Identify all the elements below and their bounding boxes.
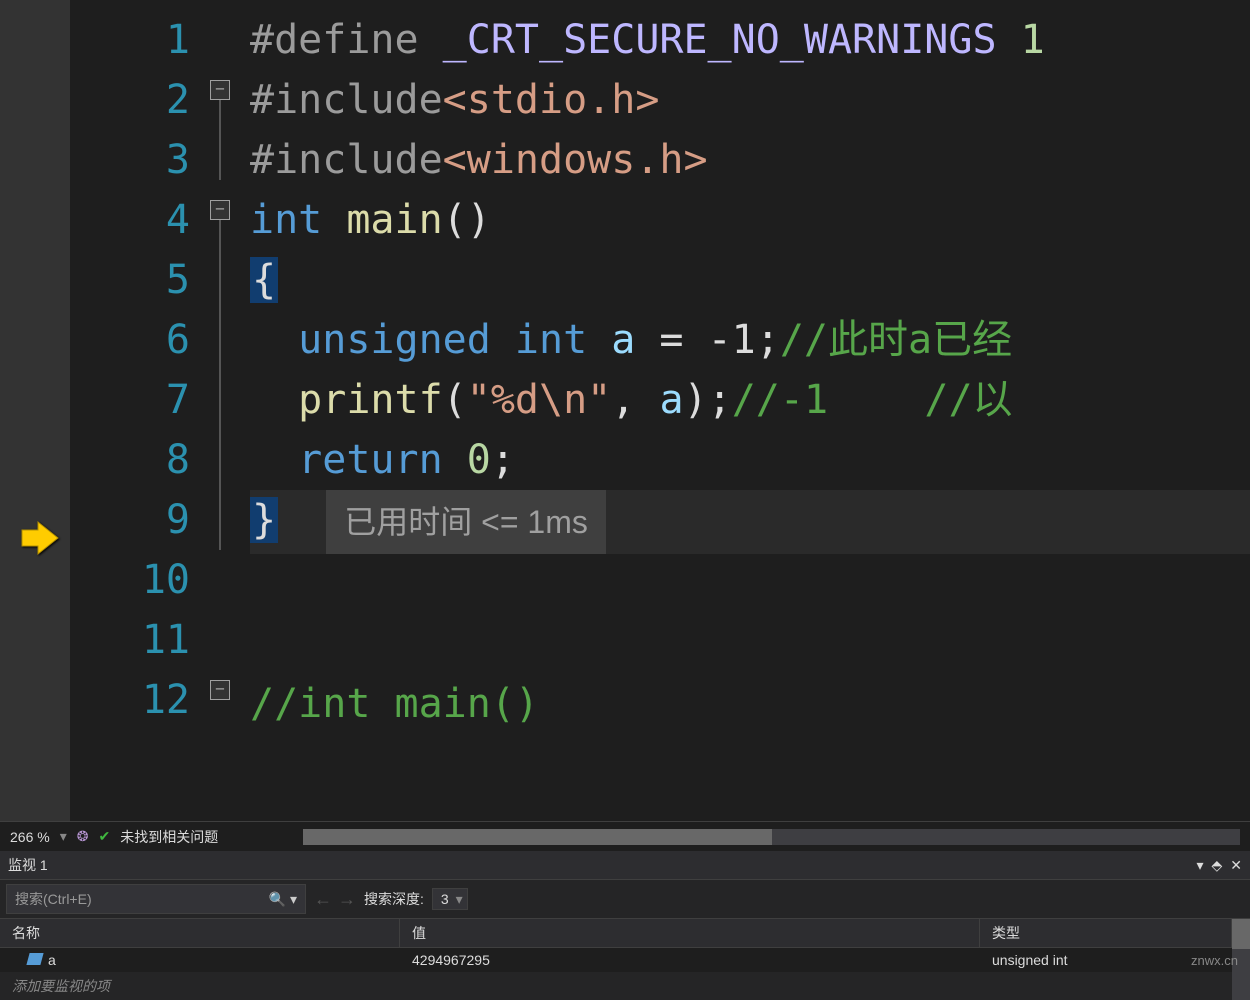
col-header-type[interactable]: 类型 [980, 919, 1232, 947]
scrollbar-thumb[interactable] [303, 829, 771, 845]
depth-label: 搜索深度: [364, 889, 424, 909]
add-watch-item[interactable]: 添加要监视的项 [0, 972, 1232, 1000]
code-content[interactable]: #define _CRT_SECURE_NO_WARNINGS 1#includ… [240, 0, 1250, 821]
zoom-level[interactable]: 266 % [10, 829, 50, 845]
brace-match: { [250, 257, 278, 303]
close-icon[interactable]: ✕ [1230, 857, 1242, 874]
line-number-gutter: 1 2 3 4 5 6 7 8 9 10 11 12 [70, 0, 210, 821]
fold-gutter[interactable]: − − − [210, 0, 240, 821]
nav-next-icon[interactable]: → [338, 889, 356, 910]
search-input[interactable]: 搜索(Ctrl+E) 🔍 ▾ [6, 884, 306, 914]
watch-search-row: 搜索(Ctrl+E) 🔍 ▾ ← → 搜索深度: 3 ▾ [0, 880, 1250, 919]
watch-table-header[interactable]: 名称 值 类型 [0, 919, 1232, 948]
watch-panel: 监视 1 ▾ ⬘ ✕ 搜索(Ctrl+E) 🔍 ▾ ← → 搜索深度: 3 ▾ … [0, 851, 1250, 1000]
watch-row[interactable]: a 4294967295 unsigned int [0, 948, 1232, 972]
brace-match: } [250, 497, 278, 543]
fold-line [219, 100, 221, 180]
nav-prev-icon[interactable]: ← [314, 889, 332, 910]
perf-tip[interactable]: 已用时间 <= 1ms [326, 490, 606, 554]
horizontal-scrollbar[interactable] [303, 829, 1240, 845]
dropdown-icon[interactable]: ▾ [1196, 857, 1203, 874]
watermark: znwx.cn [1191, 953, 1238, 968]
depth-select[interactable]: 3 ▾ [432, 888, 468, 910]
intellisense-icon[interactable]: ❂ [77, 828, 89, 845]
issues-text[interactable]: 未找到相关问题 [120, 827, 218, 847]
variable-icon [26, 953, 43, 965]
code-editor[interactable]: 1 2 3 4 5 6 7 8 9 10 11 12 − − − #define… [0, 0, 1250, 821]
col-header-value[interactable]: 值 [400, 919, 980, 947]
col-header-name[interactable]: 名称 [0, 919, 400, 947]
fold-toggle-icon[interactable]: − [210, 200, 230, 220]
dropdown-icon[interactable]: ▾ [60, 828, 67, 845]
watch-panel-titlebar[interactable]: 监视 1 ▾ ⬘ ✕ [0, 851, 1250, 880]
current-line-arrow-icon [20, 520, 60, 560]
fold-toggle-icon[interactable]: − [210, 80, 230, 100]
editor-status-bar: 266 % ▾ ❂ ✔ 未找到相关问题 [0, 821, 1250, 851]
chevron-down-icon: ▾ [456, 891, 463, 908]
fold-line [219, 220, 221, 550]
fold-toggle-icon[interactable]: − [210, 680, 230, 700]
scrollbar-thumb[interactable] [1232, 919, 1250, 949]
check-icon: ✔ [98, 828, 110, 845]
pin-icon[interactable]: ⬘ [1211, 857, 1222, 874]
watch-panel-title: 监视 1 [8, 855, 48, 875]
search-icon[interactable]: 🔍 ▾ [269, 891, 297, 908]
breakpoint-gutter[interactable] [0, 0, 70, 821]
